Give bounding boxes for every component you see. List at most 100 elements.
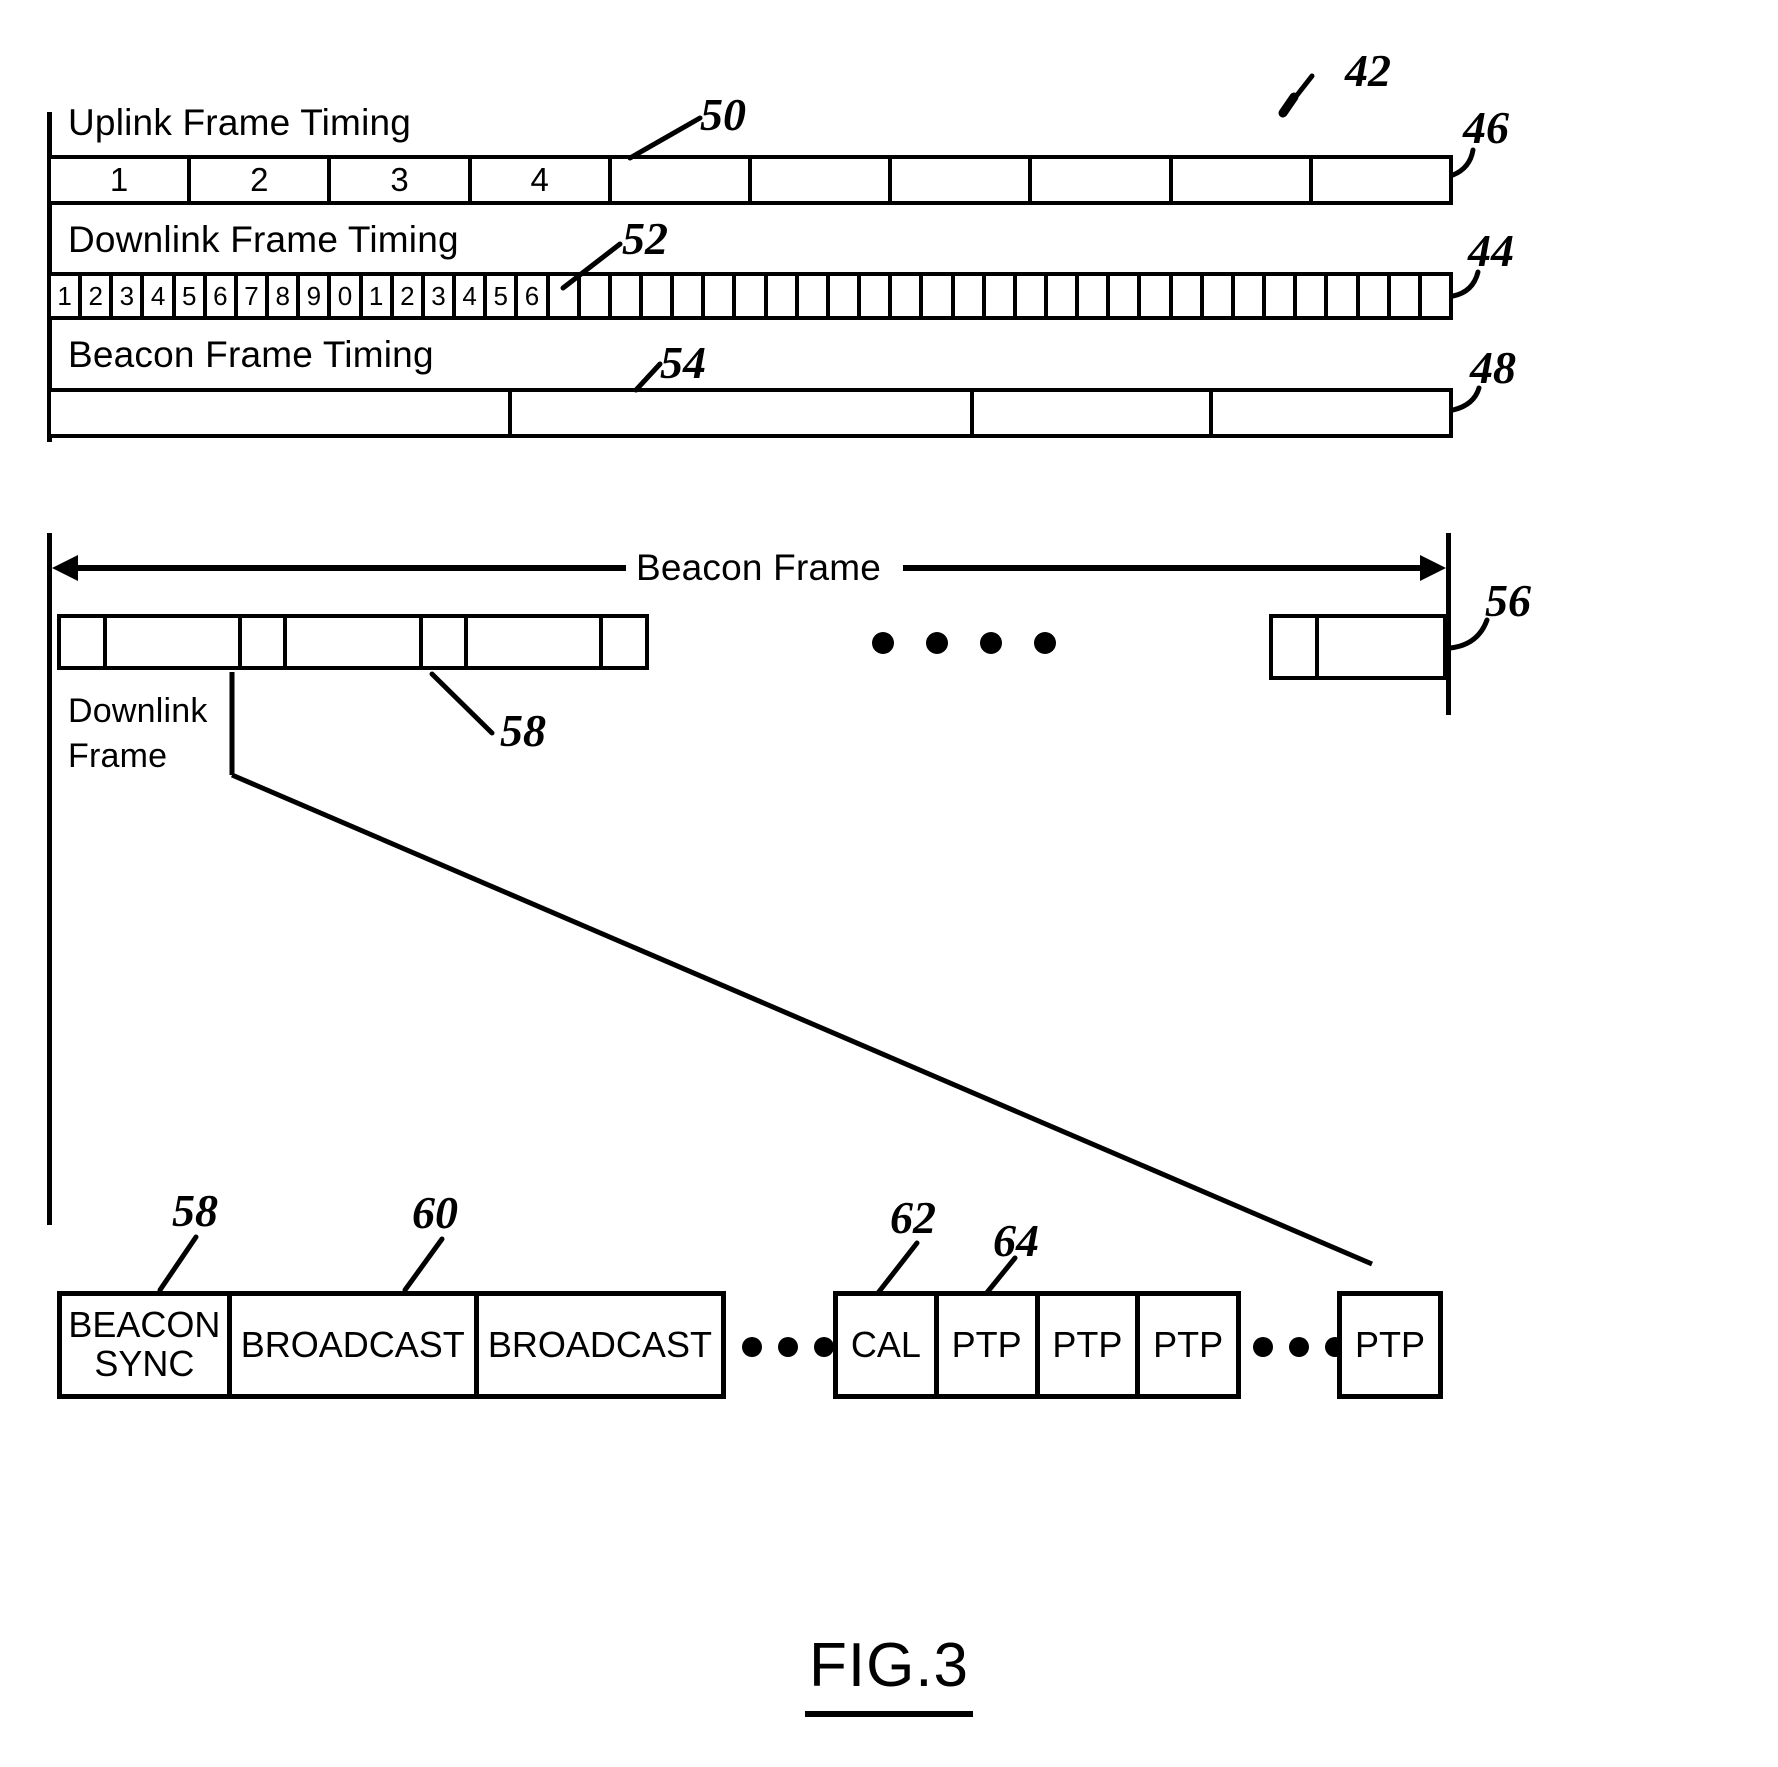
ptp-1-label: PTP [951, 1323, 1022, 1365]
downlink-box-cal: CAL [838, 1296, 939, 1394]
ref-56: 56 [1485, 575, 1531, 626]
downlink-cell [1266, 276, 1298, 316]
broadcast-2-label: BROADCAST [487, 1323, 712, 1365]
cal-label: CAL [850, 1323, 921, 1365]
uplink-cell [892, 159, 1033, 201]
downlink-detail-ellipsis-1 [742, 1337, 834, 1357]
figure-caption-text: FIG.3 [804, 1630, 974, 1717]
downlink-cell [1141, 276, 1173, 316]
downlink-frame-callout-line1: Downlink [68, 692, 208, 730]
downlink-cell: 6 [518, 276, 550, 316]
uplink-frame-timing-label: Uplink Frame Timing [68, 102, 412, 143]
downlink-cell [612, 276, 643, 316]
uplink-cell: 4 [472, 159, 612, 201]
uplink-cell: 2 [191, 159, 332, 201]
downlink-cell [1204, 276, 1235, 316]
beacon-subframe-wide [287, 618, 423, 666]
downlink-detail-ellipsis-2 [1253, 1337, 1345, 1357]
beacon-frame-span-label: Beacon Frame [636, 547, 882, 588]
downlink-cell [1297, 276, 1329, 316]
beacon-subframe-narrow [1319, 618, 1444, 676]
figure-canvas: Uplink Frame Timing 1 2 3 4 50 46 42 Dow… [0, 0, 1778, 1767]
downlink-cell: 1 [363, 276, 394, 316]
downlink-cell [799, 276, 830, 316]
uplink-cell [1173, 159, 1313, 201]
downlink-cell [1110, 276, 1142, 316]
uplink-cell [752, 159, 893, 201]
ref-42-overall: 42 [1345, 45, 1391, 96]
beacon-frame-timing-row [47, 388, 1453, 438]
ref-52: 52 [622, 213, 668, 264]
beacon-subframe-wide [107, 618, 242, 666]
downlink-cell [1079, 276, 1111, 316]
downlink-cell [1173, 276, 1204, 316]
beacon-subframe-narrow [61, 618, 107, 666]
beacon-frame-arrowhead-left [52, 555, 78, 581]
downlink-cell: 5 [176, 276, 207, 316]
ref-58-bottom: 58 [172, 1185, 218, 1236]
downlink-cell [643, 276, 675, 316]
beacon-timing-cell [512, 392, 974, 434]
downlink-box-ptp-2: PTP [1040, 1296, 1141, 1394]
downlink-cell [1235, 276, 1267, 316]
downlink-cell: 6 [207, 276, 238, 316]
downlink-cell: 2 [82, 276, 114, 316]
ref-50: 50 [700, 89, 746, 140]
beacon-frame-span-line-right [903, 565, 1420, 571]
downlink-frame-callout-line2: Frame [68, 737, 168, 775]
uplink-cell [1313, 159, 1449, 201]
uplink-frame-timing-row: 1 2 3 4 [47, 155, 1453, 205]
beacon-frame-arrowhead-right [1420, 555, 1446, 581]
downlink-cell [550, 276, 581, 316]
downlink-cell [892, 276, 924, 316]
downlink-cell: 3 [425, 276, 457, 316]
uplink-cell [612, 159, 753, 201]
beacon-frame-cells-left [57, 614, 649, 670]
downlink-cell [1048, 276, 1080, 316]
beacon-subframe-narrow [242, 618, 288, 666]
downlink-cell [705, 276, 737, 316]
downlink-cell [736, 276, 768, 316]
beacon-frame-ellipsis [872, 632, 1056, 654]
downlink-cell [768, 276, 799, 316]
downlink-frame-timing-row: 1234567890123456 [47, 272, 1453, 320]
downlink-detail-left-group: BEACON SYNC BROADCAST BROADCAST [57, 1291, 726, 1399]
beacon-frame-left-boundary [47, 533, 52, 1225]
downlink-box-ptp-last: PTP [1337, 1291, 1443, 1399]
uplink-cell: 1 [51, 159, 192, 201]
downlink-cell [1391, 276, 1422, 316]
downlink-cell: 3 [113, 276, 145, 316]
downlink-cell [581, 276, 612, 316]
beacon-frame-timing-label: Beacon Frame Timing [68, 334, 434, 375]
ref-46: 46 [1463, 102, 1509, 153]
downlink-cell [861, 276, 893, 316]
downlink-cell [674, 276, 706, 316]
beacon-frame-cells-right [1269, 614, 1447, 680]
downlink-cell: 9 [300, 276, 332, 316]
downlink-cell: 5 [487, 276, 519, 316]
beacon-sync-line2: SYNC [94, 1343, 195, 1384]
ref-54: 54 [660, 337, 706, 388]
downlink-cell [955, 276, 986, 316]
downlink-cell [1360, 276, 1391, 316]
ref-62: 62 [890, 1192, 936, 1243]
uplink-cell [1032, 159, 1173, 201]
ptp-2-label: PTP [1052, 1323, 1123, 1365]
downlink-box-ptp-1: PTP [939, 1296, 1040, 1394]
broadcast-1-label: BROADCAST [240, 1323, 465, 1365]
ptp-3-label: PTP [1153, 1323, 1224, 1365]
ref-48: 48 [1470, 342, 1516, 393]
downlink-cell [830, 276, 862, 316]
beacon-frame-span-line-left [66, 565, 626, 571]
uplink-cell: 3 [331, 159, 472, 201]
downlink-detail-middle-group: CAL PTP PTP PTP [833, 1291, 1241, 1399]
beacon-subframe-wide [468, 618, 604, 666]
downlink-box-broadcast-1: BROADCAST [232, 1296, 479, 1394]
downlink-cell [1328, 276, 1360, 316]
beacon-timing-cell [1213, 392, 1449, 434]
downlink-cell: 0 [331, 276, 363, 316]
downlink-box-broadcast-2: BROADCAST [479, 1296, 721, 1394]
downlink-cell: 4 [456, 276, 488, 316]
beacon-subframe-narrow [1273, 618, 1319, 676]
downlink-box-beacon-sync: BEACON SYNC [62, 1296, 232, 1394]
